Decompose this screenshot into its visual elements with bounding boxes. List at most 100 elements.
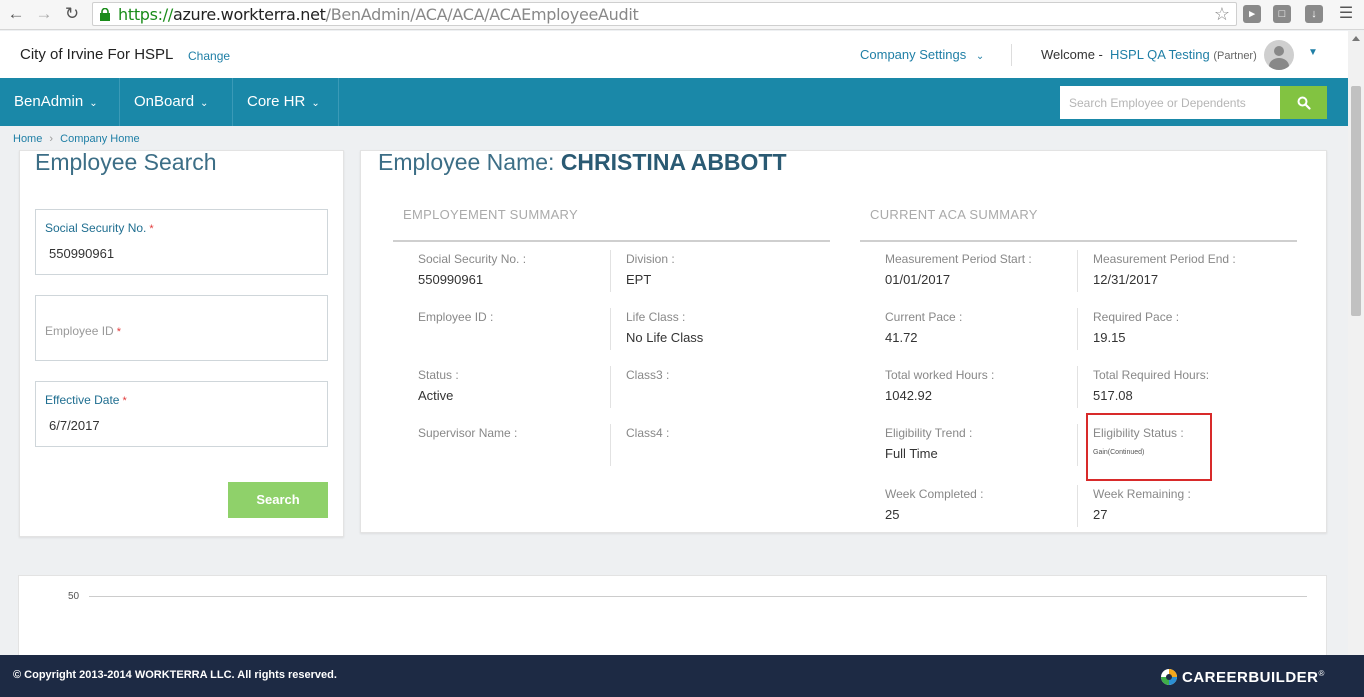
column-divider <box>1077 308 1078 350</box>
total-required-value: 517.08 <box>1093 388 1133 403</box>
app-header: City of Irvine For HSPL Change Company S… <box>0 31 1348 78</box>
nav-item-core-hr[interactable]: Core HR ⌄ <box>233 78 339 126</box>
supervisor-summary: Supervisor Name : <box>418 426 598 446</box>
life-class-value: No Life Class <box>626 330 704 345</box>
required-mark: * <box>149 223 154 235</box>
effective-date-label: Effective Date * <box>45 393 127 407</box>
eligibility-trend-summary: Eligibility Trend : Full Time <box>885 426 1065 461</box>
chart-y-tick: 50 <box>68 591 80 602</box>
registered-mark: ® <box>1318 669 1325 678</box>
welcome-label: Welcome - <box>1041 47 1103 62</box>
employee-search-input[interactable] <box>1060 86 1280 119</box>
nav-item-benadmin[interactable]: BenAdmin ⌄ <box>0 78 120 126</box>
required-pace-summary: Required Pace : 19.15 <box>1093 310 1273 345</box>
avatar-head-shape <box>1274 46 1284 56</box>
column-divider <box>1077 250 1078 292</box>
reload-icon[interactable]: ↻ <box>62 4 82 24</box>
back-arrow-icon[interactable]: ← <box>6 4 26 24</box>
brand-name: CAREERBUILDER <box>1182 669 1319 686</box>
aca-summary-title: CURRENT ACA SUMMARY <box>870 207 1038 222</box>
employee-search-panel: Employee Search Social Security No. * 550… <box>19 149 344 537</box>
effective-date-field[interactable]: Effective Date * 6/7/2017 <box>35 381 328 447</box>
week-remaining-label: Week Remaining : <box>1093 487 1191 501</box>
ssn-summary: Social Security No. : 550990961 <box>418 252 598 287</box>
company-settings-menu[interactable]: Company Settings ⌄ <box>860 47 984 62</box>
effective-date-value: 6/7/2017 <box>49 418 100 433</box>
chart-gridline <box>89 596 1307 597</box>
total-worked-value: 1042.92 <box>885 388 932 403</box>
breadcrumb-company-home[interactable]: Company Home <box>60 133 139 145</box>
life-class-label: Life Class : <box>626 310 686 324</box>
menu-icon[interactable]: ☰ <box>1336 4 1356 24</box>
caret-down-icon[interactable]: ▼ <box>1308 47 1318 58</box>
total-required-label: Total Required Hours: <box>1093 368 1210 382</box>
url-text: https://azure.workterra.net/BenAdmin/ACA… <box>118 5 639 24</box>
forward-arrow-icon[interactable]: → <box>34 4 54 24</box>
effective-date-label-text: Effective Date <box>45 393 120 407</box>
chevron-down-icon: ⌄ <box>200 98 209 109</box>
address-bar[interactable]: https://azure.workterra.net/BenAdmin/ACA… <box>92 2 1237 26</box>
employee-id-field[interactable]: Employee ID * <box>35 295 328 361</box>
week-completed-label: Week Completed : <box>885 487 984 501</box>
required-mark: * <box>122 395 127 407</box>
avatar[interactable] <box>1264 40 1294 70</box>
required-pace-value: 19.15 <box>1093 330 1126 345</box>
column-divider <box>610 308 611 350</box>
footer: © Copyright 2013-2014 WORKTERRA LLC. All… <box>0 655 1364 697</box>
main-navbar: BenAdmin ⌄ OnBoard ⌄ Core HR ⌄ <box>0 78 1348 126</box>
scroll-thumb[interactable] <box>1351 86 1361 316</box>
user-role: (Partner) <box>1213 50 1257 62</box>
status-summary: Status : Active <box>418 368 598 403</box>
employee-name-title: Employee Name: CHRISTINA ABBOTT <box>378 149 787 176</box>
employee-id-label-text: Employee ID <box>45 324 114 338</box>
breadcrumb: Home › Company Home <box>13 133 140 145</box>
mp-end-label: Measurement Period End : <box>1093 252 1236 266</box>
pdf-extension-icon[interactable]: ↓ <box>1305 5 1323 23</box>
avatar-body-shape <box>1269 58 1289 70</box>
user-name-text: HSPL QA Testing <box>1110 47 1210 62</box>
week-completed-value: 25 <box>885 507 900 522</box>
division-label: Division : <box>626 252 675 266</box>
nav-item-label: BenAdmin <box>14 93 84 110</box>
breadcrumb-home[interactable]: Home <box>13 133 42 145</box>
class4-summary: Class4 : <box>626 426 806 446</box>
search-icon <box>1297 96 1311 110</box>
ssn-field[interactable]: Social Security No. * 550990961 <box>35 209 328 275</box>
mp-start-label: Measurement Period Start : <box>885 252 1032 266</box>
section-divider <box>393 240 830 242</box>
column-divider <box>610 366 611 408</box>
employee-id-summary-label: Employee ID : <box>418 310 494 324</box>
mp-end-value: 12/31/2017 <box>1093 272 1159 287</box>
hours-chart-panel: 50 <box>18 575 1327 665</box>
extension-icon[interactable]: □ <box>1273 5 1291 23</box>
bookmark-star-icon[interactable]: ☆ <box>1214 4 1230 25</box>
required-mark: * <box>116 326 121 338</box>
change-company-link[interactable]: Change <box>188 49 230 63</box>
week-remaining-summary: Week Remaining : 27 <box>1093 487 1273 522</box>
copyright-text: © Copyright 2013-2014 WORKTERRA LLC. All… <box>13 669 337 681</box>
scroll-up-arrow-icon[interactable] <box>1352 36 1360 41</box>
careerbuilder-mark-icon <box>1161 669 1177 685</box>
employment-summary-title: EMPLOYEMENT SUMMARY <box>403 207 578 222</box>
search-submit-button[interactable]: Search <box>228 482 328 518</box>
ssn-summary-value: 550990961 <box>418 272 484 287</box>
class4-label: Class4 : <box>626 426 670 440</box>
eligibility-trend-label: Eligibility Trend : <box>885 426 973 440</box>
search-button[interactable] <box>1280 86 1327 119</box>
chevron-down-icon: ⌄ <box>311 98 320 109</box>
company-name: City of Irvine For HSPL <box>20 46 174 63</box>
total-worked-label: Total worked Hours : <box>885 368 995 382</box>
section-divider <box>860 240 1297 242</box>
employee-id-summary: Employee ID : <box>418 310 598 330</box>
mp-end-summary: Measurement Period End : 12/31/2017 <box>1093 252 1273 287</box>
nav-item-onboard[interactable]: OnBoard ⌄ <box>120 78 233 126</box>
total-worked-summary: Total worked Hours : 1042.92 <box>885 368 1065 403</box>
url-path: /BenAdmin/ACA/ACA/ACAEmployeeAudit <box>325 5 639 24</box>
mp-start-value: 01/01/2017 <box>885 272 951 287</box>
extension-icon[interactable]: ▸ <box>1243 5 1261 23</box>
page-scrollbar[interactable] <box>1348 31 1364 655</box>
user-name[interactable]: HSPL QA Testing (Partner) <box>1110 47 1257 62</box>
column-divider <box>610 250 611 292</box>
lock-icon <box>100 8 110 21</box>
status-value: Active <box>418 388 454 403</box>
